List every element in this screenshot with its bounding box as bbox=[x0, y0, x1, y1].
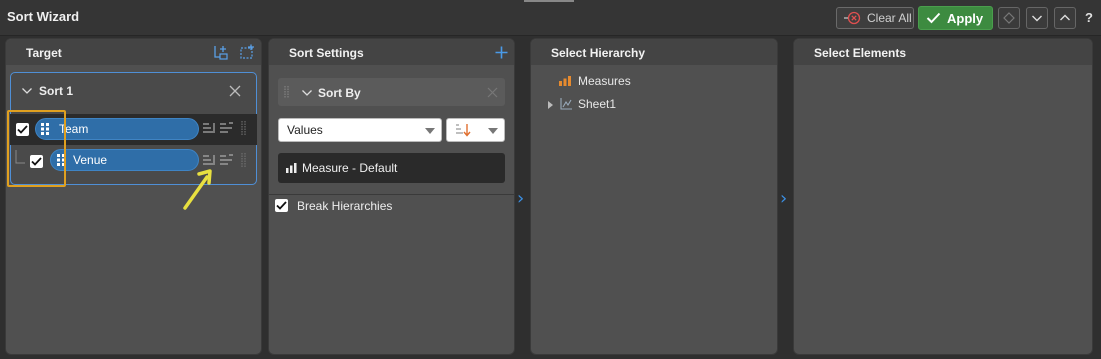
checkbox-highlight-annotation bbox=[7, 110, 66, 187]
target-panel-header: Target bbox=[6, 39, 261, 65]
checkmark-icon bbox=[276, 201, 287, 210]
sort-settings-panel: Sort Settings Sort By Values Measure - D… bbox=[268, 38, 515, 355]
expand-right-icon[interactable]: › bbox=[780, 188, 787, 209]
plus-icon[interactable] bbox=[495, 46, 508, 59]
sort-ascending-icon[interactable] bbox=[203, 154, 217, 166]
sort-by-label: Sort By bbox=[318, 86, 361, 100]
bar-chart-icon bbox=[559, 76, 571, 86]
sort-ascending-icon[interactable] bbox=[203, 122, 217, 134]
chevron-down-icon[interactable] bbox=[21, 87, 33, 95]
drag-handle-icon[interactable] bbox=[241, 121, 246, 135]
hierarchy-item-measures[interactable]: Measures bbox=[559, 74, 631, 88]
caret-down-icon bbox=[425, 128, 435, 134]
help-button[interactable]: ? bbox=[1085, 10, 1093, 25]
sort-card-header[interactable]: Sort 1 bbox=[11, 73, 256, 109]
select-hierarchy-header: Select Hierarchy bbox=[531, 39, 777, 65]
diamond-icon bbox=[1003, 12, 1015, 24]
expand-right-icon[interactable]: › bbox=[517, 188, 524, 209]
drag-indicator bbox=[524, 0, 574, 2]
diamond-button[interactable] bbox=[998, 7, 1020, 29]
close-icon[interactable] bbox=[487, 87, 498, 98]
target-title: Target bbox=[26, 46, 62, 60]
measure-label: Measure - Default bbox=[302, 161, 398, 175]
sort-descending-icon bbox=[456, 124, 471, 137]
drag-handle-icon[interactable] bbox=[284, 86, 289, 98]
add-level-icon[interactable] bbox=[238, 44, 256, 60]
checkmark-icon bbox=[926, 12, 941, 24]
hierarchy-item-label: Measures bbox=[578, 74, 631, 88]
measure-selector[interactable]: Measure - Default bbox=[278, 153, 505, 183]
values-dropdown[interactable]: Values bbox=[278, 118, 442, 142]
values-dropdown-value: Values bbox=[287, 123, 323, 137]
select-elements-panel: Select Elements bbox=[793, 38, 1093, 355]
chevron-up-icon bbox=[1060, 14, 1070, 21]
bar-chart-icon bbox=[286, 163, 297, 173]
caret-down-icon bbox=[488, 128, 498, 134]
window-titlebar: Sort Wizard Clear All Apply ? bbox=[0, 0, 1101, 36]
sort-settings-title: Sort Settings bbox=[289, 46, 364, 60]
select-hierarchy-panel: Select Hierarchy Measures Sheet1 bbox=[530, 38, 778, 355]
annotation-arrow-icon bbox=[183, 169, 212, 210]
move-down-button[interactable] bbox=[1026, 7, 1048, 29]
move-up-button[interactable] bbox=[1054, 7, 1076, 29]
add-sort-icon[interactable] bbox=[212, 44, 230, 60]
sort-descending-icon[interactable] bbox=[220, 154, 236, 166]
sort-settings-header: Sort Settings bbox=[269, 39, 514, 65]
break-hierarchies-checkbox[interactable] bbox=[275, 199, 288, 212]
clear-icon bbox=[844, 11, 861, 25]
break-hierarchies-label: Break Hierarchies bbox=[297, 199, 393, 213]
divider bbox=[269, 194, 514, 195]
sort-direction-dropdown[interactable] bbox=[446, 118, 505, 142]
venue-pill[interactable]: Venue bbox=[50, 149, 199, 171]
sort-card-label: Sort 1 bbox=[39, 84, 74, 98]
select-hierarchy-title: Select Hierarchy bbox=[551, 46, 646, 60]
hierarchy-item-sheet1[interactable]: Sheet1 bbox=[560, 97, 616, 111]
chevron-down-icon[interactable] bbox=[301, 89, 313, 97]
apply-button[interactable]: Apply bbox=[918, 6, 993, 30]
apply-label: Apply bbox=[947, 10, 984, 26]
expand-caret-icon[interactable] bbox=[548, 101, 553, 109]
clear-all-button[interactable]: Clear All bbox=[836, 7, 914, 29]
clear-all-label: Clear All bbox=[867, 11, 912, 25]
hierarchy-item-label: Sheet1 bbox=[578, 97, 617, 111]
sort-descending-icon[interactable] bbox=[220, 122, 236, 134]
hierarchy-icon bbox=[560, 98, 572, 110]
venue-label: Venue bbox=[73, 153, 108, 167]
select-elements-title: Select Elements bbox=[814, 46, 907, 60]
window-title: Sort Wizard bbox=[7, 9, 80, 24]
sort-by-header[interactable]: Sort By bbox=[278, 78, 505, 106]
select-elements-header: Select Elements bbox=[794, 39, 1092, 65]
close-icon[interactable] bbox=[229, 85, 241, 97]
chevron-down-icon bbox=[1032, 15, 1042, 22]
drag-handle-icon[interactable] bbox=[241, 153, 246, 167]
